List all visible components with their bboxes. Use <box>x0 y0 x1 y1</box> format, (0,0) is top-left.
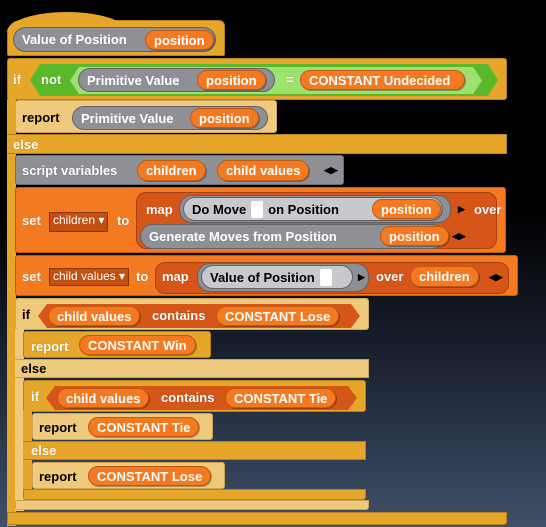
var-child-values[interactable]: child values <box>217 160 310 181</box>
else-label: else <box>31 443 57 458</box>
var-child-values[interactable]: child values <box>57 388 150 408</box>
var-position[interactable]: position <box>372 199 441 219</box>
else-label: else <box>13 137 39 152</box>
ring-arrow-icon[interactable]: ▶ <box>458 204 465 215</box>
constant-tie[interactable]: CONSTANT Tie <box>225 388 337 408</box>
value-of-position-reporter[interactable]: Value of Position <box>201 265 353 289</box>
param-position[interactable]: position <box>145 30 214 50</box>
report-label: report <box>22 110 60 125</box>
var-child-values[interactable]: child values <box>48 306 141 326</box>
block-name: Value of Position <box>22 32 127 47</box>
var-children[interactable]: children <box>410 266 479 287</box>
to-label: to <box>117 213 130 228</box>
var-position[interactable]: position <box>197 70 266 90</box>
report-label: report <box>31 339 69 354</box>
variable-dropdown[interactable]: child values ▾ <box>49 268 129 286</box>
if-else-bottom <box>23 489 366 500</box>
reporter-label: Primitive Value <box>87 72 180 88</box>
constant-lose[interactable]: CONSTANT Lose <box>216 306 340 326</box>
if-label: if <box>22 307 30 322</box>
reporter-label: Primitive Value <box>81 110 174 126</box>
to-label: to <box>136 269 149 284</box>
arrows-icon[interactable]: ◀▶ <box>452 231 466 242</box>
contains-label: contains <box>152 308 206 323</box>
script-variables-label: script variables <box>22 163 118 178</box>
constant-tie[interactable]: CONSTANT Tie <box>88 417 200 437</box>
map-label: map <box>146 202 173 217</box>
else-bar <box>15 359 369 378</box>
empty-slot[interactable] <box>319 268 332 286</box>
equals-sign: = <box>286 72 294 87</box>
reporter-label: Value of Position <box>210 269 315 285</box>
report-label: report <box>39 420 77 435</box>
ring-arrow-icon[interactable]: ▶ <box>358 272 365 283</box>
over-label: over <box>474 202 502 217</box>
var-position[interactable]: position <box>190 108 259 128</box>
else-label: else <box>21 361 47 376</box>
if-label: if <box>13 72 21 87</box>
constant-lose[interactable]: CONSTANT Lose <box>88 466 212 486</box>
if-else-bottom <box>7 512 507 525</box>
dropdown-value: child values <box>53 269 116 283</box>
contains-label: contains <box>161 390 215 405</box>
arrows-icon[interactable]: ◀▶ <box>489 272 503 283</box>
report-label: report <box>39 469 77 484</box>
else-bar <box>23 441 366 460</box>
else-bar <box>7 134 507 154</box>
set-label: set <box>22 213 41 228</box>
var-position[interactable]: position <box>380 226 449 246</box>
if-label: if <box>31 389 39 404</box>
if-else-bottom <box>15 500 369 510</box>
empty-slot[interactable] <box>251 200 264 218</box>
reporter-label: on Position <box>268 201 339 217</box>
set-label: set <box>22 269 41 284</box>
arrows-icon[interactable]: ◀▶ <box>324 165 338 176</box>
over-label: over <box>376 269 404 284</box>
reporter-label: Generate Moves from Position <box>149 229 337 244</box>
reporter-label: Do Move <box>192 201 247 217</box>
constant-win[interactable]: CONSTANT Win <box>79 335 196 355</box>
map-label: map <box>162 269 189 284</box>
not-label: not <box>41 72 62 87</box>
constant-undecided[interactable]: CONSTANT Undecided <box>300 70 465 90</box>
var-children[interactable]: children <box>137 160 206 181</box>
dropdown-value: children <box>53 213 96 227</box>
variable-dropdown[interactable]: children ▾ <box>49 212 108 232</box>
